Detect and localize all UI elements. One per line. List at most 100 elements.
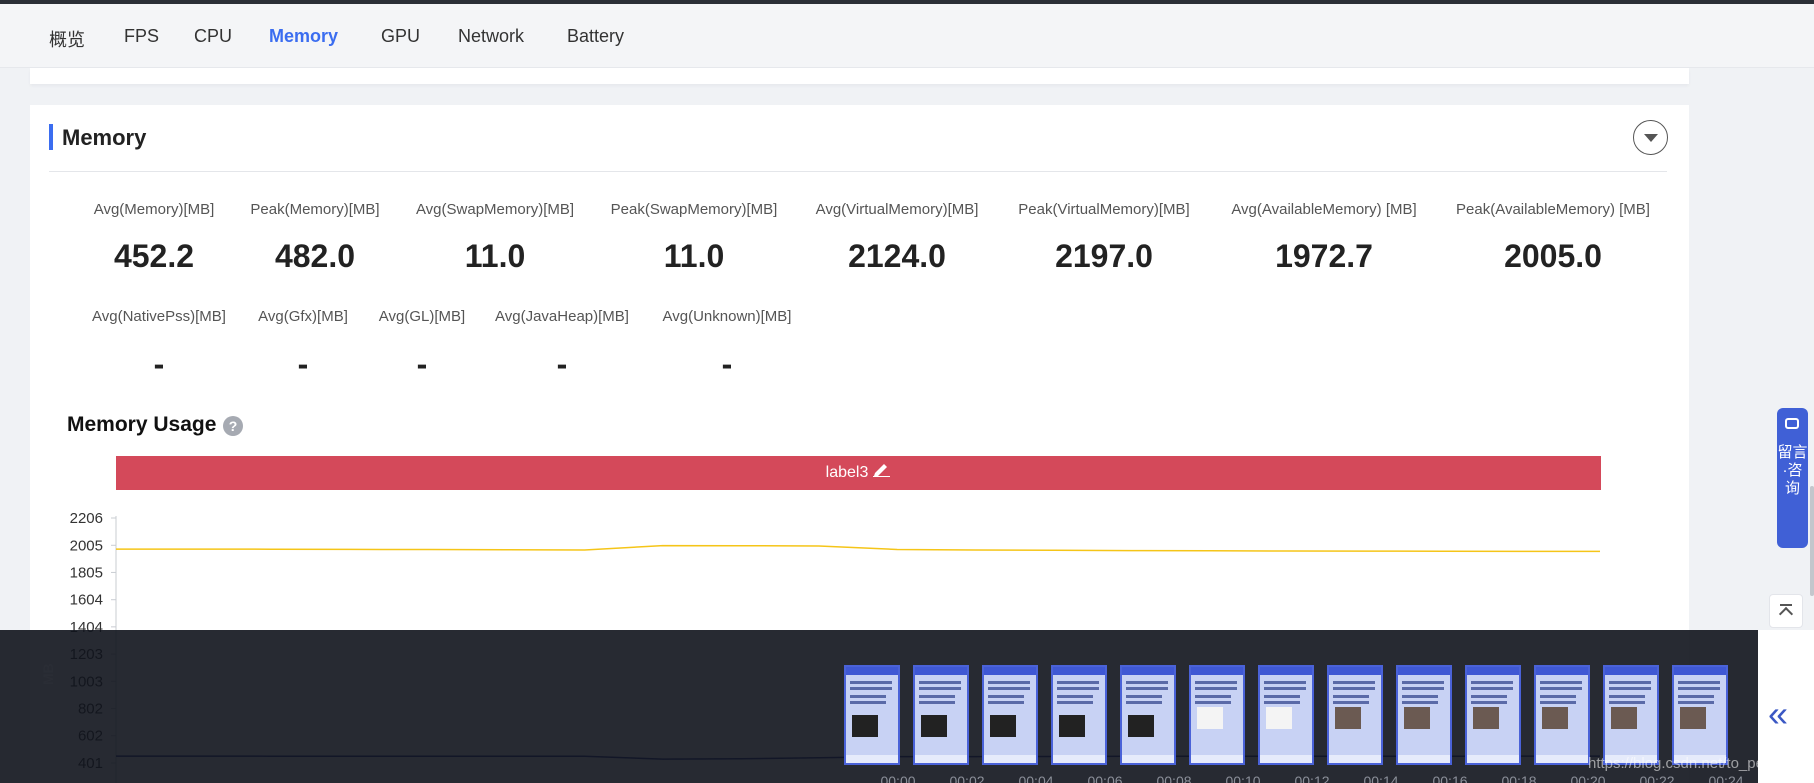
thumbnail-text-line [1126, 695, 1162, 698]
metric-label: Peak(AvailableMemory) [MB] [1456, 201, 1650, 218]
thumbnail-text-line [1471, 695, 1507, 698]
screenshot-thumbnail[interactable] [1327, 665, 1383, 765]
thumbnail-text-line [1609, 701, 1645, 704]
thumbnail-text-line [919, 701, 955, 704]
help-icon[interactable]: ? [223, 416, 243, 436]
back-to-top-icon[interactable] [1769, 594, 1803, 628]
metric-label: Avg(Memory)[MB] [93, 201, 215, 218]
thumbnail-text-line [1195, 695, 1231, 698]
metric-value: 11.0 [663, 238, 725, 274]
scrollbar-thumb[interactable] [1810, 486, 1814, 596]
screenshot-thumbnail[interactable] [1672, 665, 1728, 765]
tab-overview[interactable]: 概览 [49, 26, 85, 52]
previous-card-bottom [30, 68, 1689, 84]
thumbnail-text-line [1678, 687, 1720, 690]
double-chevron-left-icon[interactable]: « [1768, 693, 1788, 735]
section-title: Memory [62, 125, 147, 150]
screenshot-thumbnail[interactable] [982, 665, 1038, 765]
tab-gpu[interactable]: GPU [381, 26, 420, 47]
thumbnail-text-line [1471, 701, 1507, 704]
screenshot-thumbnail[interactable] [1534, 665, 1590, 765]
chat-icon [1785, 418, 1799, 429]
pencil-icon[interactable] [871, 456, 891, 490]
metric-value: - [721, 346, 733, 382]
thumbnail-text-line [1333, 687, 1375, 690]
thumbnail-header [846, 667, 898, 675]
thumbnail-text-line [1402, 695, 1438, 698]
screenshot-thumbnail[interactable] [1465, 665, 1521, 765]
thumbnail-text-line [1402, 687, 1444, 690]
thumbnail-text-line [1678, 701, 1714, 704]
screenshot-thumbnail[interactable] [1258, 665, 1314, 765]
thumbnail-text-line [1057, 701, 1093, 704]
thumbnail-text-line [1471, 681, 1513, 684]
feedback-text: 留言·咨询 [1777, 444, 1808, 497]
thumbnail-image [921, 715, 947, 737]
timeline-time-label: 00:02 [949, 773, 985, 783]
tab-fps[interactable]: FPS [124, 26, 159, 47]
thumbnail-footer [1329, 755, 1381, 763]
metric-value: - [556, 346, 568, 382]
screenshot-thumbnail[interactable] [1603, 665, 1659, 765]
thumbnail-text-line [1126, 687, 1168, 690]
thumbnail-text-line [1609, 687, 1651, 690]
timeline-time-label: 00:20 [1570, 773, 1606, 783]
thumbnail-header [1467, 667, 1519, 675]
tab-cpu[interactable]: CPU [194, 26, 232, 47]
label-bar-text: label3 [825, 464, 869, 481]
thumbnail-text-line [1195, 687, 1237, 690]
thumbnail-header [1398, 667, 1450, 675]
thumbnail-text-line [1540, 681, 1582, 684]
thumbnail-text-line [988, 695, 1024, 698]
collapse-button[interactable] [1633, 120, 1668, 155]
screenshot-thumbnail[interactable] [913, 665, 969, 765]
screenshot-thumbnail[interactable] [1051, 665, 1107, 765]
thumbnail-footer [915, 755, 967, 763]
feedback-widget[interactable]: 留言·咨询 [1777, 408, 1808, 548]
thumbnail-text-line [1540, 701, 1576, 704]
thumbnail-text-line [1195, 701, 1231, 704]
label-bar[interactable]: label3 [116, 456, 1601, 490]
thumbnail-text-line [1333, 695, 1369, 698]
thumbnail-text-line [850, 681, 892, 684]
timeline-time-label: 00:04 [1018, 773, 1054, 783]
thumbnail-image [1197, 707, 1223, 729]
tab-network[interactable]: Network [458, 26, 524, 47]
thumbnail-text-line [850, 695, 886, 698]
metric-label: Peak(Memory)[MB] [250, 201, 380, 218]
thumbnail-image [1059, 715, 1085, 737]
thumbnail-image [990, 715, 1016, 737]
section-divider [49, 171, 1667, 172]
thumbnail-image [1473, 707, 1499, 729]
metric-label: Peak(SwapMemory)[MB] [610, 201, 778, 218]
tab-battery[interactable]: Battery [567, 26, 624, 47]
thumbnail-text-line [1678, 695, 1714, 698]
thumbnail-image [852, 715, 878, 737]
thumbnail-text-line [1609, 681, 1651, 684]
thumbnail-footer [984, 755, 1036, 763]
thumbnail-text-line [919, 695, 955, 698]
thumbnail-text-line [1540, 687, 1582, 690]
timeline-time-label: 00:22 [1639, 773, 1675, 783]
thumbnail-text-line [1471, 687, 1513, 690]
metric-label: Avg(SwapMemory)[MB] [415, 201, 575, 218]
metric-label: Avg(NativePss)[MB] [92, 308, 226, 325]
tab-memory[interactable]: Memory [269, 26, 338, 47]
thumbnail-header [1674, 667, 1726, 675]
thumbnail-footer [1122, 755, 1174, 763]
screenshot-thumbnail[interactable] [1396, 665, 1452, 765]
thumbnail-header [1122, 667, 1174, 675]
screenshot-thumbnail[interactable] [1189, 665, 1245, 765]
timeline-time-label: 00:08 [1156, 773, 1192, 783]
thumbnail-header [1329, 667, 1381, 675]
thumbnail-footer [1191, 755, 1243, 763]
screenshot-thumbnail[interactable] [1120, 665, 1176, 765]
thumbnail-footer [846, 755, 898, 763]
thumbnail-header [984, 667, 1036, 675]
timeline-time-label: 00:06 [1087, 773, 1123, 783]
screenshot-thumbnail[interactable] [844, 665, 900, 765]
thumbnail-header [1536, 667, 1588, 675]
thumbnail-header [915, 667, 967, 675]
thumbnail-text-line [850, 701, 886, 704]
timeline-time-label: 00:10 [1225, 773, 1261, 783]
